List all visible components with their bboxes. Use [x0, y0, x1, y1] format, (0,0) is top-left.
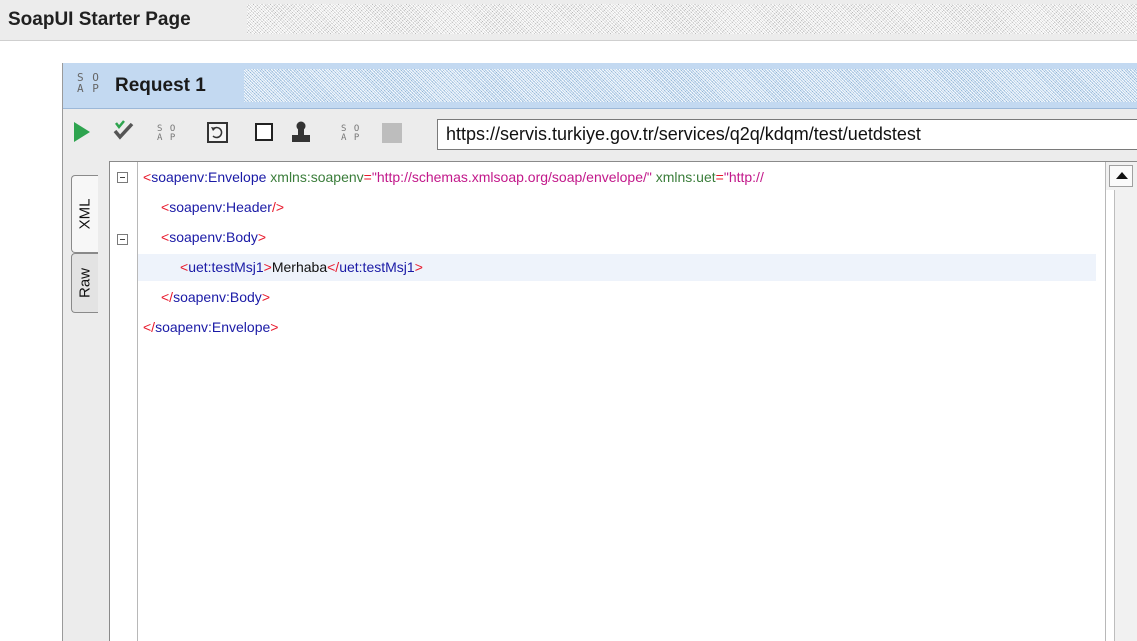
stop-icon[interactable]: [380, 119, 402, 145]
xml-editor[interactable]: <soapenv:Envelope xmlns:soapenv="http://…: [109, 161, 1137, 641]
tab-strip-filler: [247, 4, 1137, 34]
starter-page-tabbar: SoapUI Starter Page: [0, 0, 1137, 41]
fold-gutter: [110, 162, 138, 641]
stamp-icon[interactable]: [289, 119, 311, 145]
soap-icon[interactable]: S OA P: [157, 125, 179, 151]
code-line: <soapenv:Envelope xmlns:soapenv="http://…: [143, 169, 764, 185]
endpoint-url-input[interactable]: [437, 119, 1137, 150]
code-line: </soapenv:Body>: [161, 289, 270, 305]
code-line: <soapenv:Body>: [161, 229, 267, 245]
tab-raw-label: Raw: [76, 267, 94, 299]
request-toolbar: S OA P S OA P: [63, 109, 1137, 159]
request-header-filler: [244, 69, 1137, 102]
validate-icon[interactable]: [113, 119, 135, 145]
scrollbar-track[interactable]: [1106, 190, 1115, 641]
tab-xml[interactable]: XML: [71, 175, 98, 253]
tab-xml-label: XML: [76, 198, 94, 230]
scroll-up-icon[interactable]: [1109, 165, 1133, 187]
code-line-current: <uet:testMsj1>Merhaba</uet:testMsj1>: [138, 254, 1096, 281]
xml-code[interactable]: <soapenv:Envelope xmlns:soapenv="http://…: [138, 162, 1096, 641]
request-panel: S OA P Request 1 S OA P S O A P https://…: [62, 63, 1137, 641]
refresh-icon[interactable]: [206, 119, 228, 145]
tab-raw[interactable]: Raw: [71, 253, 98, 313]
code-line: <soapenv:Header/>: [161, 199, 285, 215]
run-icon[interactable]: [71, 119, 93, 145]
soap-icon[interactable]: S OA P: [341, 125, 363, 151]
request-header: S OA P Request 1: [63, 63, 1137, 109]
collapse-icon[interactable]: [117, 172, 128, 183]
request-title[interactable]: Request 1: [115, 75, 206, 97]
code-line: </soapenv:Envelope>: [143, 319, 279, 335]
soap-icon: S OA P: [77, 71, 100, 95]
square-icon[interactable]: [253, 119, 275, 145]
vertical-scrollbar[interactable]: [1105, 162, 1137, 641]
collapse-icon[interactable]: [117, 234, 128, 245]
starter-page-tab[interactable]: SoapUI Starter Page: [8, 9, 191, 31]
